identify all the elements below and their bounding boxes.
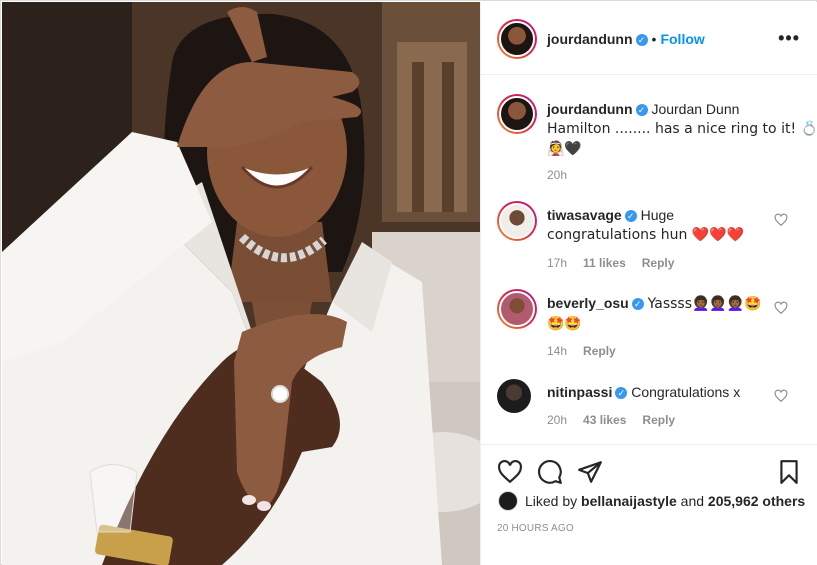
comments-list[interactable]: jourdandunn ✓ Jourdan Dunn Hamilton .....… xyxy=(481,76,817,444)
more-icon[interactable]: ••• xyxy=(778,28,800,49)
author-username[interactable]: jourdandunn xyxy=(547,31,633,47)
comment-line2: 🤩🤩 xyxy=(547,316,582,332)
caption-username[interactable]: jourdandunn xyxy=(547,101,633,117)
commenter-avatar[interactable] xyxy=(497,289,537,329)
liked-by-user[interactable]: bellanaijastyle xyxy=(581,493,677,509)
likes-summary: Liked by bellanaijastyle and 205,962 oth… xyxy=(498,491,805,511)
comment-line2: congratulations hun ❤️❤️❤️ xyxy=(547,227,745,243)
comment-line1: Congratulations x xyxy=(631,384,741,400)
comment-line1: Huge xyxy=(640,207,675,223)
share-icon[interactable] xyxy=(577,459,603,485)
instagram-post-window: jourdandunn ✓ • Follow ••• jourdandunn ✓ Jou… xyxy=(0,0,817,565)
caption-line2: Hamilton ........ has a nice ring to it!… xyxy=(547,121,817,137)
comment-text: beverly_osu ✓ Yassss👩🏾‍🦱👩🏾‍🦱👩🏾‍🦱🤩 🤩🤩 xyxy=(547,294,762,334)
reply-button[interactable]: Reply xyxy=(642,413,675,427)
liked-prefix: Liked by xyxy=(525,493,578,509)
verified-icon: ✓ xyxy=(615,387,628,400)
liked-count[interactable]: 205,962 others xyxy=(708,493,805,509)
commenter-avatar[interactable] xyxy=(497,379,531,413)
comment-time[interactable]: 14h xyxy=(547,344,567,358)
post-timestamp[interactable]: 20 HOURS AGO xyxy=(497,523,574,534)
comment-username[interactable]: nitinpassi xyxy=(547,384,612,400)
photo-illustration xyxy=(2,2,480,565)
post-sidebar: jourdandunn ✓ • Follow ••• jourdandunn ✓ Jou… xyxy=(480,2,817,565)
heart-icon[interactable] xyxy=(497,459,523,485)
caption-line1: Jourdan Dunn xyxy=(651,101,740,117)
comment-meta: 14h Reply xyxy=(547,344,632,358)
comment-text: nitinpassi ✓ Congratulations x xyxy=(547,383,740,402)
reply-button[interactable]: Reply xyxy=(642,256,675,270)
comment-username[interactable]: beverly_osu xyxy=(547,295,629,311)
verified-icon: ✓ xyxy=(635,34,648,47)
comment-time[interactable]: 17h xyxy=(547,256,567,270)
comment-likes[interactable]: 43 likes xyxy=(583,413,626,427)
follow-button[interactable]: Follow xyxy=(660,31,704,47)
bookmark-icon[interactable] xyxy=(776,459,802,485)
comment-username[interactable]: tiwasavage xyxy=(547,207,622,223)
caption-avatar[interactable] xyxy=(497,94,537,134)
comment-text: tiwasavage ✓ Huge congratulations hun ❤️❤… xyxy=(547,206,744,245)
caption-line3: 👰🖤 xyxy=(547,141,582,157)
liked-conj: and xyxy=(680,493,705,509)
comment-meta: 17h 11 likes Reply xyxy=(547,256,690,270)
caption-meta: 20h xyxy=(547,168,583,182)
comment-like-icon[interactable] xyxy=(774,301,788,315)
comment-time[interactable]: 20h xyxy=(547,413,567,427)
comment-meta: 20h 43 likes Reply xyxy=(547,413,691,427)
separator-dot: • xyxy=(651,31,657,47)
comment-like-icon[interactable] xyxy=(774,213,788,227)
caption-time[interactable]: 20h xyxy=(547,168,567,182)
post-photo[interactable] xyxy=(2,2,480,565)
verified-icon: ✓ xyxy=(631,298,644,311)
liker-avatar[interactable] xyxy=(498,491,518,511)
author-avatar[interactable] xyxy=(497,19,537,59)
header-user-line: jourdandunn ✓ • Follow xyxy=(547,31,705,47)
comment-likes[interactable]: 11 likes xyxy=(583,256,626,270)
post-header: jourdandunn ✓ • Follow ••• xyxy=(481,2,817,75)
caption-text: jourdandunn ✓ Jourdan Dunn Hamilton .....… xyxy=(547,100,817,159)
verified-icon: ✓ xyxy=(635,104,648,117)
comment-line1: Yassss👩🏾‍🦱👩🏾‍🦱👩🏾‍🦱🤩 xyxy=(647,296,762,312)
commenter-avatar[interactable] xyxy=(497,201,537,241)
comment-like-icon[interactable] xyxy=(774,389,788,403)
reply-button[interactable]: Reply xyxy=(583,344,616,358)
verified-icon: ✓ xyxy=(624,210,637,223)
comment-icon[interactable] xyxy=(537,459,563,485)
